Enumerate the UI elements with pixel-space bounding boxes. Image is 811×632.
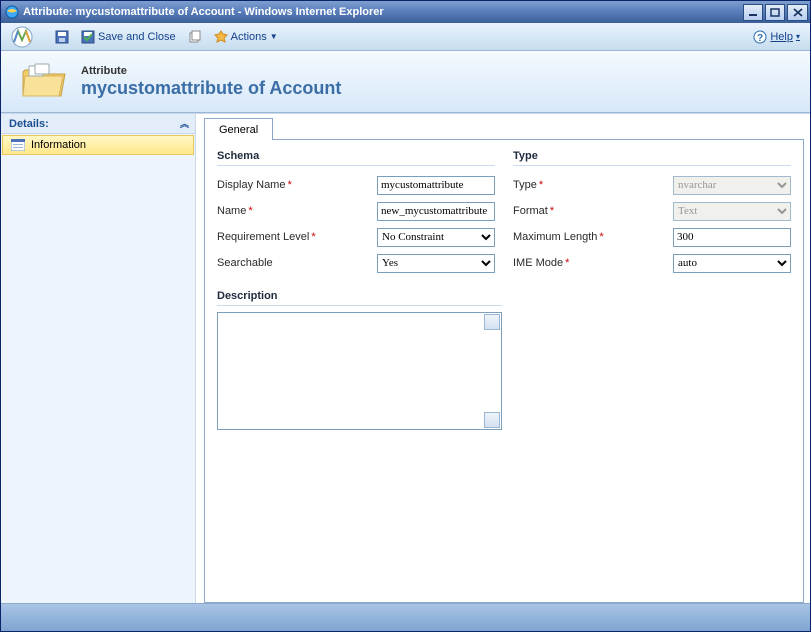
save-button[interactable] [51, 26, 73, 48]
help-label: Help [770, 31, 793, 43]
maximum-length-input[interactable] [673, 228, 791, 247]
tab-label: General [219, 124, 258, 136]
description-section: Description [217, 288, 791, 430]
searchable-select[interactable]: Yes [377, 254, 495, 273]
sidebar-item-label: Information [31, 139, 86, 151]
folder-icon [19, 62, 67, 102]
actions-label: Actions [231, 31, 267, 43]
header-pretitle: Attribute [81, 65, 341, 77]
label-ime-mode: IME Mode* [513, 257, 673, 269]
page-header: Attribute mycustomattribute of Account [1, 51, 810, 113]
close-button[interactable] [787, 4, 808, 21]
maximize-button[interactable] [765, 4, 785, 21]
description-textarea[interactable] [217, 312, 502, 430]
requirement-level-select[interactable]: No Constraint [377, 228, 495, 247]
label-searchable: Searchable [217, 257, 377, 269]
svg-text:?: ? [757, 33, 763, 44]
minimize-button[interactable] [743, 4, 763, 21]
display-name-input[interactable] [377, 176, 495, 195]
tab-general[interactable]: General [204, 118, 273, 140]
ime-mode-select[interactable]: auto [673, 254, 791, 273]
sidebar-item-information[interactable]: Information [2, 135, 194, 155]
save-icon [55, 30, 69, 44]
label-type: Type* [513, 179, 673, 191]
save-and-close-button[interactable]: Save and Close [77, 26, 180, 48]
statusbar [1, 603, 810, 631]
label-name: Name* [217, 205, 377, 217]
label-requirement-level: Requirement Level* [217, 231, 377, 243]
window-title: Attribute: mycustomattribute of Account … [23, 6, 741, 18]
type-title: Type [513, 148, 791, 166]
toolbar: Save and Close Actions ▼ ? Help ▾ [1, 23, 810, 51]
schema-title: Schema [217, 148, 495, 166]
sidebar-section-header[interactable]: Details: ︽ [1, 114, 195, 134]
label-display-name: Display Name* [217, 179, 377, 191]
copy-icon [188, 30, 202, 44]
window: Attribute: mycustomattribute of Account … [0, 0, 811, 632]
chevron-down-icon: ▼ [270, 32, 278, 41]
type-column: Type Type* nvarchar Format* Text Maximum… [513, 148, 791, 276]
chevron-down-icon: ▾ [796, 32, 800, 41]
actions-menu[interactable]: Actions ▼ [210, 26, 282, 48]
label-maximum-length: Maximum Length* [513, 231, 673, 243]
page-title: mycustomattribute of Account [81, 78, 341, 99]
label-format: Format* [513, 205, 673, 217]
format-select: Text [673, 202, 791, 221]
main: General Schema Display Name* [196, 114, 810, 603]
actions-icon [214, 30, 228, 44]
help-icon: ? [753, 30, 767, 44]
save-close-icon [81, 30, 95, 44]
description-title: Description [217, 288, 502, 306]
chevron-up-icon: ︽ [180, 117, 189, 130]
tab-panel-general: Schema Display Name* Name* Requirement L… [204, 139, 804, 603]
sidebar-section-title: Details: [9, 118, 49, 130]
sidebar: Details: ︽ Information [1, 114, 196, 603]
properties-button[interactable] [184, 26, 206, 48]
help-link[interactable]: ? Help ▾ [749, 30, 804, 44]
tab-strip: General [204, 118, 804, 140]
save-and-close-label: Save and Close [98, 31, 176, 43]
content: Attribute mycustomattribute of Account D… [1, 51, 810, 631]
ie-icon [5, 5, 19, 19]
form-icon [11, 139, 25, 151]
type-select: nvarchar [673, 176, 791, 195]
body: Details: ︽ Information General [1, 113, 810, 603]
crm-logo-icon [7, 26, 43, 48]
name-input[interactable] [377, 202, 495, 221]
schema-column: Schema Display Name* Name* Requirement L… [217, 148, 495, 276]
titlebar: Attribute: mycustomattribute of Account … [1, 1, 810, 23]
